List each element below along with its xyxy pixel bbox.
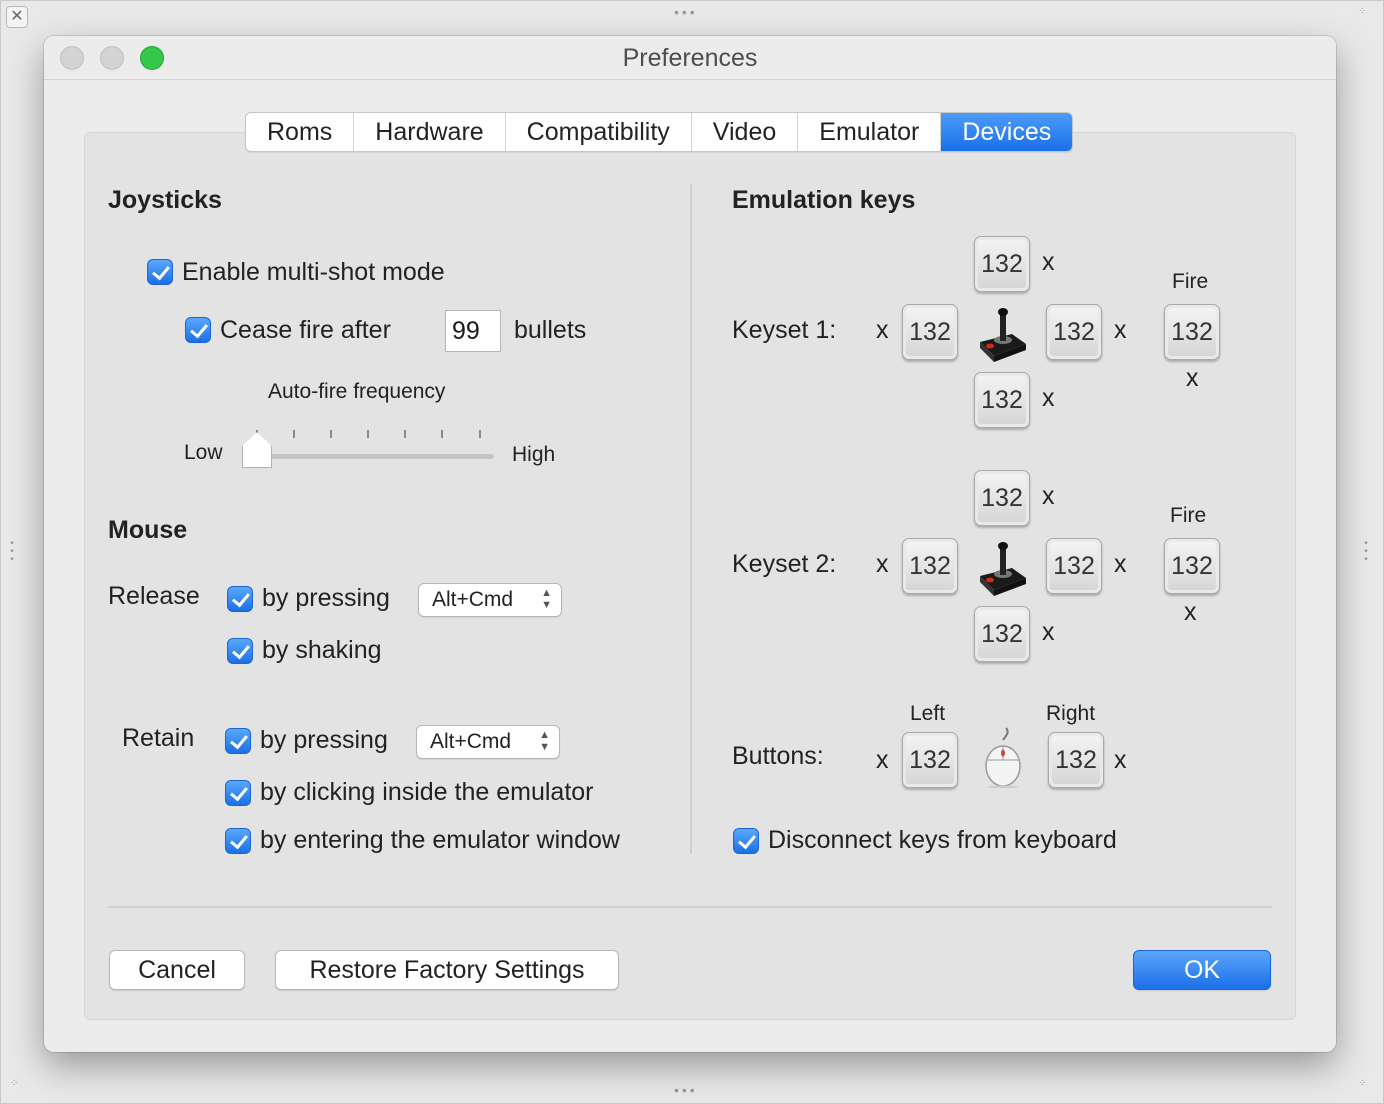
- slider-tick: [293, 430, 295, 438]
- resize-handle-left-icon[interactable]: • • •: [8, 539, 16, 565]
- keyset2-fire-label: Fire: [1170, 504, 1207, 527]
- retain-label: Retain: [122, 724, 195, 752]
- mouse-left-key[interactable]: 132: [902, 732, 958, 788]
- release-pressing-checkbox[interactable]: [227, 586, 253, 612]
- keyset2-fire-key[interactable]: 132: [1164, 538, 1220, 594]
- disconnect-keys-checkbox[interactable]: [733, 828, 759, 854]
- slider-tick: [441, 430, 443, 438]
- keyset2-left-clear[interactable]: x: [876, 550, 889, 579]
- mouse-left-label: Left: [910, 702, 946, 725]
- resize-handle-top-icon[interactable]: •••: [674, 5, 698, 19]
- tab-bar: Roms Hardware Compatibility Video Emulat…: [245, 112, 1074, 152]
- retain-clicking-label[interactable]: by clicking inside the emulator: [260, 778, 594, 807]
- autofire-low-label: Low: [184, 441, 223, 464]
- corner-handle-tr-icon[interactable]: ⁘: [1358, 7, 1366, 17]
- cease-fire-checkbox[interactable]: [185, 317, 211, 343]
- mouse-right-clear[interactable]: x: [1114, 746, 1127, 775]
- keyset1-right-key[interactable]: 132: [1046, 304, 1102, 360]
- keyset1-down-key[interactable]: 132: [974, 372, 1030, 428]
- retain-combo-value: Alt+Cmd: [430, 730, 512, 753]
- tab-roms[interactable]: Roms: [246, 113, 355, 151]
- bullets-field[interactable]: 99: [445, 310, 501, 352]
- retain-pressing-checkbox[interactable]: [225, 728, 251, 754]
- window-title: Preferences: [622, 44, 758, 72]
- keyset1-down-clear[interactable]: x: [1042, 384, 1055, 413]
- keyset1-up-key[interactable]: 132: [974, 236, 1030, 292]
- keyset2-up-clear[interactable]: x: [1042, 482, 1055, 511]
- titlebar: Preferences: [44, 36, 1336, 80]
- resize-handle-bottom-icon[interactable]: •••: [674, 1083, 698, 1097]
- corner-handle-bl-icon[interactable]: ⁘: [10, 1079, 18, 1089]
- retain-clicking-checkbox[interactable]: [225, 780, 251, 806]
- emulation-keys-heading: Emulation keys: [732, 186, 916, 214]
- popup-chevrons-icon: ▲ ▼: [539, 729, 550, 753]
- release-combo-popup[interactable]: Alt+Cmd ▲ ▼: [418, 583, 562, 617]
- keyset1-left-key[interactable]: 132: [902, 304, 958, 360]
- bullets-label: bullets: [514, 316, 587, 344]
- mouse-right-label: Right: [1046, 702, 1096, 725]
- slider-tick: [330, 430, 332, 438]
- multishot-checkbox[interactable]: [147, 259, 173, 285]
- retain-entering-label[interactable]: by entering the emulator window: [260, 826, 620, 855]
- joysticks-heading: Joysticks: [108, 186, 222, 214]
- keyset2-label: Keyset 2:: [732, 550, 837, 578]
- keyset1-label: Keyset 1:: [732, 316, 837, 344]
- keyset1-fire-clear[interactable]: x: [1186, 364, 1199, 393]
- joystick-icon: [974, 536, 1030, 598]
- keyset2-up-key[interactable]: 132: [974, 470, 1030, 526]
- tab-devices[interactable]: Devices: [941, 113, 1073, 151]
- keyset2-right-key[interactable]: 132: [1046, 538, 1102, 594]
- release-pressing-label[interactable]: by pressing: [262, 584, 390, 613]
- multishot-label[interactable]: Enable multi-shot mode: [182, 258, 445, 287]
- disconnect-keys-label[interactable]: Disconnect keys from keyboard: [768, 826, 1117, 855]
- buttons-label: Buttons:: [732, 742, 824, 770]
- mouse-left-clear[interactable]: x: [876, 746, 889, 775]
- keyset2-right-clear[interactable]: x: [1114, 550, 1127, 579]
- cancel-button[interactable]: Cancel: [109, 950, 245, 990]
- retain-entering-checkbox[interactable]: [225, 828, 251, 854]
- autofire-slider-track[interactable]: [258, 454, 494, 459]
- joystick-icon: [974, 302, 1030, 364]
- slider-tick: [404, 430, 406, 438]
- keyset1-right-clear[interactable]: x: [1114, 316, 1127, 345]
- keyset2-down-key[interactable]: 132: [974, 606, 1030, 662]
- autofire-high-label: High: [512, 443, 556, 466]
- release-shaking-label[interactable]: by shaking: [262, 636, 382, 665]
- tab-emulator[interactable]: Emulator: [798, 113, 942, 151]
- release-combo-value: Alt+Cmd: [432, 588, 514, 611]
- tab-hardware[interactable]: Hardware: [354, 113, 506, 151]
- keyset1-left-clear[interactable]: x: [876, 316, 889, 345]
- autofire-label: Auto-fire frequency: [268, 380, 446, 403]
- slider-tick: [367, 430, 369, 438]
- mouse-heading: Mouse: [108, 516, 188, 544]
- popup-chevrons-icon: ▲ ▼: [541, 587, 552, 611]
- mouse-icon: [976, 726, 1030, 788]
- keyset1-up-clear[interactable]: x: [1042, 248, 1055, 277]
- footer-divider: [108, 906, 1272, 908]
- keyset2-left-key[interactable]: 132: [902, 538, 958, 594]
- corner-handle-br-icon[interactable]: ⁘: [1358, 1079, 1366, 1089]
- restore-factory-settings-button[interactable]: Restore Factory Settings: [275, 950, 619, 990]
- resize-handle-right-icon[interactable]: • • •: [1362, 539, 1370, 565]
- retain-pressing-label[interactable]: by pressing: [260, 726, 388, 755]
- cease-fire-label[interactable]: Cease fire after: [220, 316, 391, 345]
- keyset1-fire-key[interactable]: 132: [1164, 304, 1220, 360]
- release-label: Release: [108, 582, 200, 610]
- release-shaking-checkbox[interactable]: [227, 638, 253, 664]
- keyset1-fire-label: Fire: [1172, 270, 1209, 293]
- mouse-right-key[interactable]: 132: [1048, 732, 1104, 788]
- column-divider: [690, 184, 692, 854]
- ok-button[interactable]: OK: [1133, 950, 1271, 990]
- tab-video[interactable]: Video: [692, 113, 799, 151]
- frame-close-icon[interactable]: ✕: [6, 6, 28, 28]
- keyset2-down-clear[interactable]: x: [1042, 618, 1055, 647]
- slider-tick: [479, 430, 481, 438]
- tab-compatibility[interactable]: Compatibility: [506, 113, 692, 151]
- keyset2-fire-clear[interactable]: x: [1184, 598, 1197, 627]
- retain-combo-popup[interactable]: Alt+Cmd ▲ ▼: [416, 725, 560, 759]
